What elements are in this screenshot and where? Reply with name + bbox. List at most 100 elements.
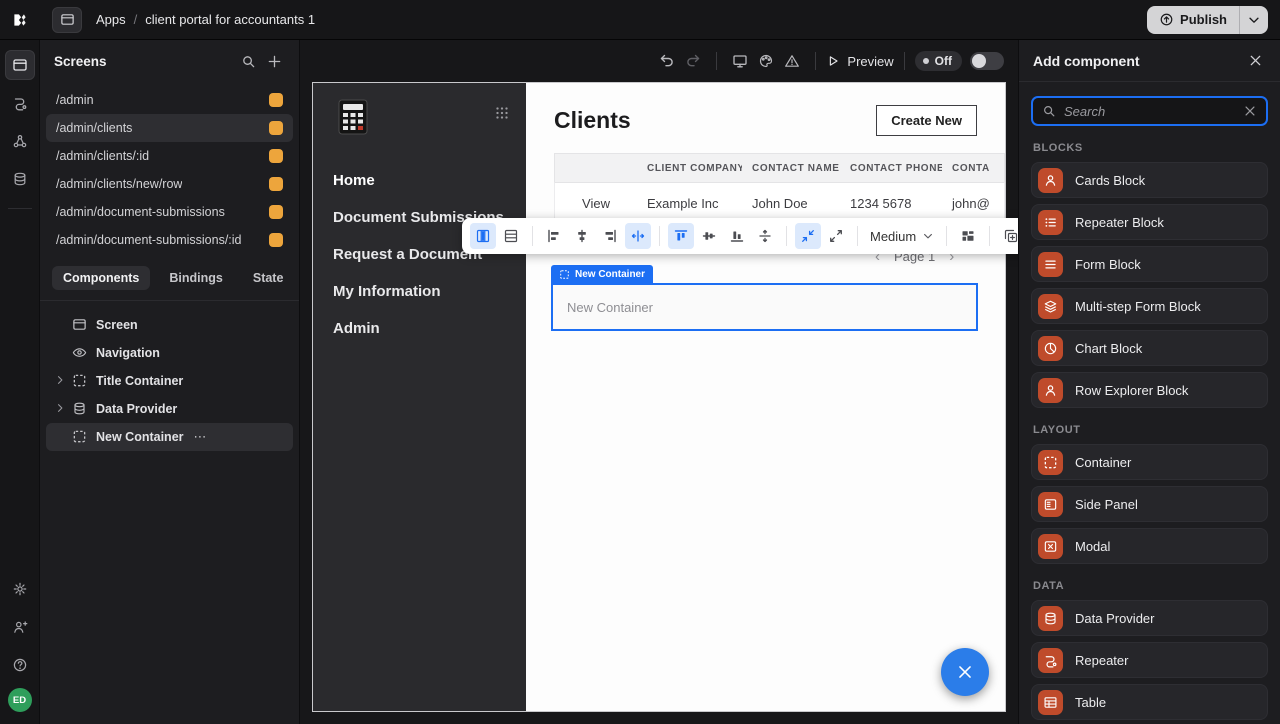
selection-tag[interactable]: New Container bbox=[551, 265, 653, 283]
budibase-logo-icon bbox=[0, 0, 40, 40]
screens-panel-toggle-button[interactable] bbox=[52, 7, 82, 33]
section-label-layout: LAYOUT bbox=[1033, 424, 1266, 436]
component-item-data-provider[interactable]: Data Provider bbox=[1031, 600, 1268, 636]
preview-button[interactable]: Preview bbox=[826, 54, 893, 69]
canvas-area: Preview Off Home Document Submissions Re… bbox=[300, 40, 1018, 724]
align-center-horizontal-button[interactable] bbox=[569, 223, 595, 249]
tree-item-data-provider[interactable]: Data Provider bbox=[46, 395, 293, 423]
rail-design-tab[interactable] bbox=[5, 50, 35, 80]
database-icon bbox=[1038, 606, 1063, 631]
live-toggle[interactable] bbox=[970, 52, 1004, 70]
component-item-repeater-block[interactable]: Repeater Block bbox=[1031, 204, 1268, 240]
stretch-vertical-button[interactable] bbox=[752, 223, 778, 249]
component-item-repeater[interactable]: Repeater bbox=[1031, 642, 1268, 678]
search-screens-icon[interactable] bbox=[237, 50, 259, 72]
layout-columns-button[interactable] bbox=[470, 223, 496, 249]
close-add-panel-fab[interactable] bbox=[941, 648, 989, 696]
align-center-vertical-button[interactable] bbox=[696, 223, 722, 249]
component-item-multistep-form-block[interactable]: Multi-step Form Block bbox=[1031, 288, 1268, 324]
add-component-panel: Add component BLOCKS Cards Block Repeate… bbox=[1018, 40, 1280, 724]
app-content: Clients Create New CLIENT COMPANY CONTAC… bbox=[526, 83, 1005, 711]
component-item-side-panel[interactable]: Side Panel bbox=[1031, 486, 1268, 522]
align-bottom-button[interactable] bbox=[724, 223, 750, 249]
redo-icon[interactable] bbox=[680, 48, 706, 74]
align-right-button[interactable] bbox=[597, 223, 623, 249]
screen-route[interactable]: /admin/clients/:id bbox=[46, 142, 293, 170]
undo-icon[interactable] bbox=[654, 48, 680, 74]
component-settings-toolbar: Medium bbox=[462, 218, 1060, 254]
invite-user-icon[interactable] bbox=[5, 612, 35, 642]
pie-chart-icon bbox=[1038, 336, 1063, 361]
device-preview-icon[interactable] bbox=[727, 48, 753, 74]
screen-route[interactable]: /admin/document-submissions bbox=[46, 198, 293, 226]
settings-gear-icon[interactable] bbox=[5, 574, 35, 604]
publish-button[interactable]: Publish bbox=[1147, 6, 1240, 34]
side-panel-icon bbox=[1038, 492, 1063, 517]
align-left-button[interactable] bbox=[541, 223, 567, 249]
left-rail: ED bbox=[0, 40, 40, 724]
help-icon[interactable] bbox=[5, 650, 35, 680]
user-avatar[interactable]: ED bbox=[8, 688, 32, 712]
create-new-button[interactable]: Create New bbox=[876, 105, 977, 136]
tree-item-navigation[interactable]: Navigation bbox=[46, 339, 293, 367]
close-icon[interactable] bbox=[1244, 50, 1266, 72]
drag-handle-icon[interactable] bbox=[494, 105, 510, 121]
stretch-horizontal-button[interactable] bbox=[625, 223, 651, 249]
rail-plugins-tab[interactable] bbox=[5, 126, 35, 156]
search-icon bbox=[1042, 104, 1056, 118]
app-logo bbox=[333, 97, 373, 137]
app-nav-home[interactable]: Home bbox=[333, 172, 526, 189]
tab-components[interactable]: Components bbox=[52, 266, 150, 290]
component-item-cards-block[interactable]: Cards Block bbox=[1031, 162, 1268, 198]
grid-layout-button[interactable] bbox=[955, 223, 981, 249]
component-item-modal[interactable]: Modal bbox=[1031, 528, 1268, 564]
tab-state[interactable]: State bbox=[242, 266, 295, 290]
shrink-button[interactable] bbox=[795, 223, 821, 249]
app-preview-frame: Home Document Submissions Request a Docu… bbox=[312, 82, 1006, 712]
rail-automations-tab[interactable] bbox=[5, 88, 35, 118]
person-icon bbox=[1038, 378, 1063, 403]
play-icon bbox=[826, 54, 840, 68]
screen-route-selected[interactable]: /admin/clients bbox=[46, 114, 293, 142]
menu-lines-icon bbox=[1038, 252, 1063, 277]
app-nav-my-information[interactable]: My Information bbox=[333, 283, 526, 300]
breadcrumb-section[interactable]: Apps bbox=[96, 12, 126, 27]
tree-item-title-container[interactable]: Title Container bbox=[46, 367, 293, 395]
align-top-button[interactable] bbox=[668, 223, 694, 249]
component-search bbox=[1031, 96, 1268, 126]
app-nav-admin[interactable]: Admin bbox=[333, 320, 526, 337]
expand-button[interactable] bbox=[823, 223, 849, 249]
add-screen-icon[interactable] bbox=[263, 50, 285, 72]
screen-route[interactable]: /admin/document-submissions/:id bbox=[46, 226, 293, 254]
tree-item-screen[interactable]: Screen bbox=[46, 311, 293, 339]
component-item-chart-block[interactable]: Chart Block bbox=[1031, 330, 1268, 366]
publish-dropdown-button[interactable] bbox=[1240, 6, 1268, 34]
screens-panel: Screens /admin /admin/clients /admin/cli… bbox=[40, 40, 300, 724]
component-item-container[interactable]: Container bbox=[1031, 444, 1268, 480]
component-search-input[interactable] bbox=[1064, 104, 1235, 119]
tab-bindings[interactable]: Bindings bbox=[158, 266, 233, 290]
component-item-table[interactable]: Table bbox=[1031, 684, 1268, 720]
section-label-data: DATA bbox=[1033, 580, 1266, 592]
component-item-row-explorer-block[interactable]: Row Explorer Block bbox=[1031, 372, 1268, 408]
more-options-icon[interactable]: ⋯ bbox=[194, 429, 208, 445]
chevron-right-icon[interactable] bbox=[54, 374, 68, 388]
theme-palette-icon[interactable] bbox=[753, 48, 779, 74]
tree-item-new-container[interactable]: New Container ⋯ bbox=[46, 423, 293, 451]
section-label-blocks: BLOCKS bbox=[1033, 142, 1266, 154]
size-dropdown[interactable]: Medium bbox=[866, 229, 938, 244]
clear-search-icon[interactable] bbox=[1243, 104, 1257, 118]
eye-icon bbox=[72, 345, 88, 361]
errors-warning-icon[interactable] bbox=[779, 48, 805, 74]
rail-data-tab[interactable] bbox=[5, 164, 35, 194]
screen-route[interactable]: /admin bbox=[46, 86, 293, 114]
screen-route[interactable]: /admin/clients/new/row bbox=[46, 170, 293, 198]
top-bar: Apps / client portal for accountants 1 P… bbox=[0, 0, 1280, 40]
component-item-form-block[interactable]: Form Block bbox=[1031, 246, 1268, 282]
chevron-right-icon[interactable] bbox=[54, 402, 68, 416]
clients-table: CLIENT COMPANY CONTACT NAME CONTACT PHON… bbox=[554, 153, 1005, 224]
off-status-pill[interactable]: Off bbox=[915, 51, 962, 71]
layout-rows-button[interactable] bbox=[498, 223, 524, 249]
view-row-link[interactable]: View bbox=[555, 196, 637, 211]
new-container-component[interactable]: New Container bbox=[551, 283, 978, 331]
